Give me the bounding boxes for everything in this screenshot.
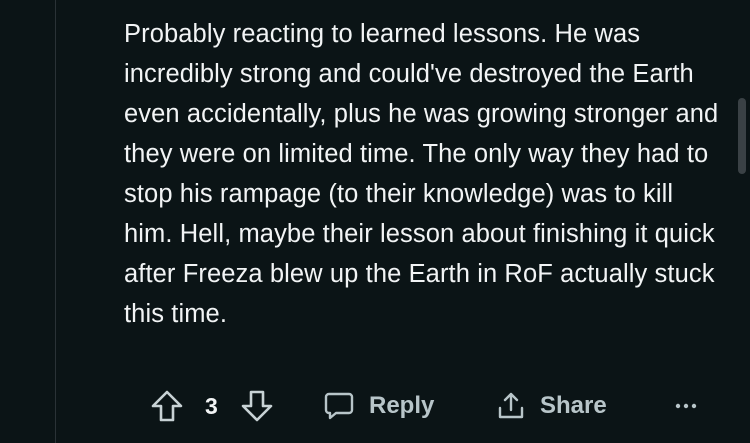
thread-line <box>55 0 56 443</box>
comment-text: Probably reacting to learned lessons. He… <box>124 20 719 328</box>
share-button[interactable]: Share <box>495 386 607 426</box>
vote-count: 3 <box>205 392 218 419</box>
reply-button[interactable]: Reply <box>323 386 434 426</box>
upvote-arrow-icon <box>150 389 184 423</box>
downvote-arrow-icon <box>240 389 274 423</box>
speech-bubble-icon <box>323 390 355 422</box>
share-icon <box>495 390 527 422</box>
share-label: Share <box>540 392 607 419</box>
downvote-button[interactable] <box>240 386 274 426</box>
reply-label: Reply <box>369 392 435 419</box>
more-options-button[interactable] <box>675 386 697 426</box>
comment-action-bar: 3 Reply Share <box>150 386 710 426</box>
upvote-button[interactable] <box>150 386 184 426</box>
more-dots-icon <box>675 401 697 411</box>
scrollbar-thumb[interactable] <box>738 98 746 174</box>
